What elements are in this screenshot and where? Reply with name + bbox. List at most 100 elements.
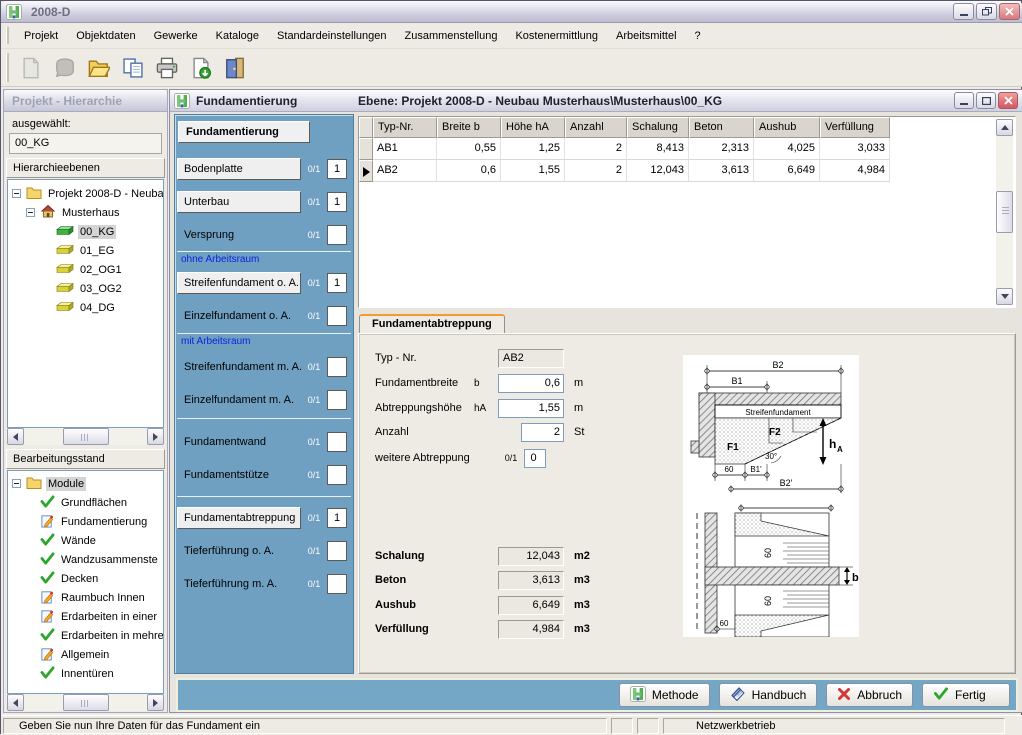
module-item-label[interactable]: Grundflächen <box>59 496 129 510</box>
cell-beton[interactable]: 2,313 <box>689 138 754 160</box>
print-icon[interactable] <box>153 54 181 82</box>
table-vscrollbar[interactable] <box>996 119 1013 305</box>
cell-aushub[interactable]: 6,649 <box>754 160 820 182</box>
tree-node-module-root[interactable]: Module <box>8 474 163 493</box>
einzelfundament-oa-label[interactable]: Einzelfundament o. A. <box>177 305 301 327</box>
cell-aushub[interactable]: 4,025 <box>754 138 820 160</box>
dialog-close-button[interactable] <box>998 92 1018 109</box>
fundamentwand-label[interactable]: Fundamentwand <box>177 431 301 453</box>
fundamentbreite-input[interactable] <box>498 374 564 393</box>
versprung-label[interactable]: Versprung <box>177 224 301 246</box>
module-item-label[interactable]: Erdarbeiten in mehre <box>59 629 163 643</box>
cell-typnr[interactable]: AB1 <box>373 138 437 160</box>
column-header[interactable]: Aushub <box>754 117 820 138</box>
column-header[interactable]: Beton <box>689 117 754 138</box>
minimize-button[interactable] <box>953 3 974 20</box>
tab-fundamentabtreppung[interactable]: Fundamentabtreppung <box>359 314 505 334</box>
scroll-up-button[interactable] <box>996 119 1013 136</box>
fundamentabtreppung-button[interactable]: Fundamentabtreppung <box>177 507 301 529</box>
module-item[interactable]: Wandzusammenste <box>8 550 163 569</box>
einzelfundament-oa-count-input[interactable] <box>327 306 347 326</box>
module-item[interactable]: Allgemein <box>8 645 163 664</box>
cell-breite[interactable]: 0,6 <box>437 160 501 182</box>
abtreppungshoehe-input[interactable] <box>498 399 564 418</box>
scroll-thumb[interactable] <box>996 191 1013 233</box>
tree-node-floor[interactable]: 04_DG <box>8 298 163 317</box>
module-item-label[interactable]: Allgemein <box>59 648 111 662</box>
module-item-label[interactable]: Innentüren <box>59 667 116 681</box>
scroll-left-button[interactable] <box>7 694 24 711</box>
unterbau-count-input[interactable] <box>327 192 347 212</box>
abbruch-button[interactable]: Abbruch <box>826 683 913 707</box>
tree-node-label[interactable]: 02_OG1 <box>78 263 124 277</box>
open-project-icon[interactable] <box>51 54 79 82</box>
module-item[interactable]: Fundamentierung <box>8 512 163 531</box>
cell-breite[interactable]: 0,55 <box>437 138 501 160</box>
progress-hscrollbar[interactable] <box>7 694 164 711</box>
menu-arbeitsmittel[interactable]: Arbeitsmittel <box>607 27 686 45</box>
table-row-ab1[interactable]: AB1 0,55 1,25 2 8,413 2,313 4,025 3,033 <box>359 138 1015 160</box>
tree-node-project[interactable]: Projekt 2008-D - Neubau <box>8 184 163 203</box>
module-item[interactable]: Erdarbeiten in mehre <box>8 626 163 645</box>
restore-button[interactable] <box>976 3 997 20</box>
weitere-abtreppung-input[interactable] <box>524 449 546 468</box>
unterbau-button[interactable]: Unterbau <box>177 191 301 213</box>
einzelfundament-ma-label[interactable]: Einzelfundament m. A. <box>177 389 301 411</box>
module-item[interactable]: Raumbuch Innen <box>8 588 163 607</box>
fertig-button[interactable]: Fertig <box>922 683 1010 707</box>
module-item-label[interactable]: Wände <box>59 534 98 548</box>
cell-hoehe[interactable]: 1,25 <box>501 138 565 160</box>
cell-verfuellung[interactable]: 4,984 <box>820 160 890 182</box>
module-item-label[interactable]: Wandzusammenste <box>59 553 160 567</box>
scroll-track[interactable] <box>24 428 147 445</box>
versprung-count-input[interactable] <box>327 225 347 245</box>
streifenfundament-ma-count-input[interactable] <box>327 357 347 377</box>
toolbar-grip[interactable] <box>6 53 9 82</box>
column-header[interactable]: Breite b <box>437 117 501 138</box>
menu-help[interactable]: ? <box>686 27 710 45</box>
tree-node-label[interactable]: 03_OG2 <box>78 282 124 296</box>
tree-node-label[interactable]: Musterhaus <box>60 206 121 220</box>
column-header[interactable]: Anzahl <box>565 117 627 138</box>
module-item[interactable]: Wände <box>8 531 163 550</box>
tree-node-floor[interactable]: 00_KG <box>8 222 163 241</box>
bodenplatte-count-input[interactable] <box>327 159 347 179</box>
open-folder-icon[interactable] <box>85 54 113 82</box>
menu-kostenermittlung[interactable]: Kostenermittlung <box>506 27 607 45</box>
module-item-label[interactable]: Erdarbeiten in einer <box>59 610 159 624</box>
column-header[interactable]: Höhe hA <box>501 117 565 138</box>
menu-standardeinstellungen[interactable]: Standardeinstellungen <box>268 27 395 45</box>
tree-node-label[interactable]: 01_EG <box>78 244 116 258</box>
menu-zusammenstellung[interactable]: Zusammenstellung <box>396 27 507 45</box>
copy-icon[interactable] <box>119 54 147 82</box>
cell-anzahl[interactable]: 2 <box>565 138 627 160</box>
fundamentwand-count-input[interactable] <box>327 432 347 452</box>
cell-schalung[interactable]: 12,043 <box>627 160 689 182</box>
collapse-icon[interactable] <box>12 479 21 488</box>
anzahl-input[interactable] <box>521 423 564 442</box>
menu-gewerke[interactable]: Gewerke <box>145 27 207 45</box>
cell-hoehe[interactable]: 1,55 <box>501 160 565 182</box>
scroll-right-button[interactable] <box>147 694 164 711</box>
module-item[interactable]: Erdarbeiten in einer <box>8 607 163 626</box>
cell-anzahl[interactable]: 2 <box>565 160 627 182</box>
cell-verfuellung[interactable]: 3,033 <box>820 138 890 160</box>
dialog-minimize-button[interactable] <box>954 92 974 109</box>
scroll-right-button[interactable] <box>147 428 164 445</box>
close-button[interactable] <box>999 3 1020 20</box>
scroll-left-button[interactable] <box>7 428 24 445</box>
scroll-track[interactable] <box>24 694 147 711</box>
tree-node-label[interactable]: Module <box>46 477 86 491</box>
tree-node-floor[interactable]: 03_OG2 <box>8 279 163 298</box>
dialog-maximize-button[interactable] <box>976 92 996 109</box>
module-item-label[interactable]: Decken <box>59 572 100 586</box>
tieferfuehrung-ma-label[interactable]: Tieferführung m. A. <box>177 573 301 595</box>
column-header[interactable]: Schalung <box>627 117 689 138</box>
module-item[interactable]: Grundflächen <box>8 493 163 512</box>
scroll-thumb[interactable] <box>63 428 109 445</box>
scroll-thumb[interactable] <box>63 694 109 711</box>
streifenfundament-ma-label[interactable]: Streifenfundament m. A. <box>177 356 301 378</box>
streifenfundament-oa-button[interactable]: Streifenfundament o. A. <box>177 272 301 294</box>
export-icon[interactable] <box>187 54 215 82</box>
table-row-ab2-active[interactable]: AB2 0,6 1,55 2 12,043 3,613 6,649 4,984 <box>359 160 1015 182</box>
